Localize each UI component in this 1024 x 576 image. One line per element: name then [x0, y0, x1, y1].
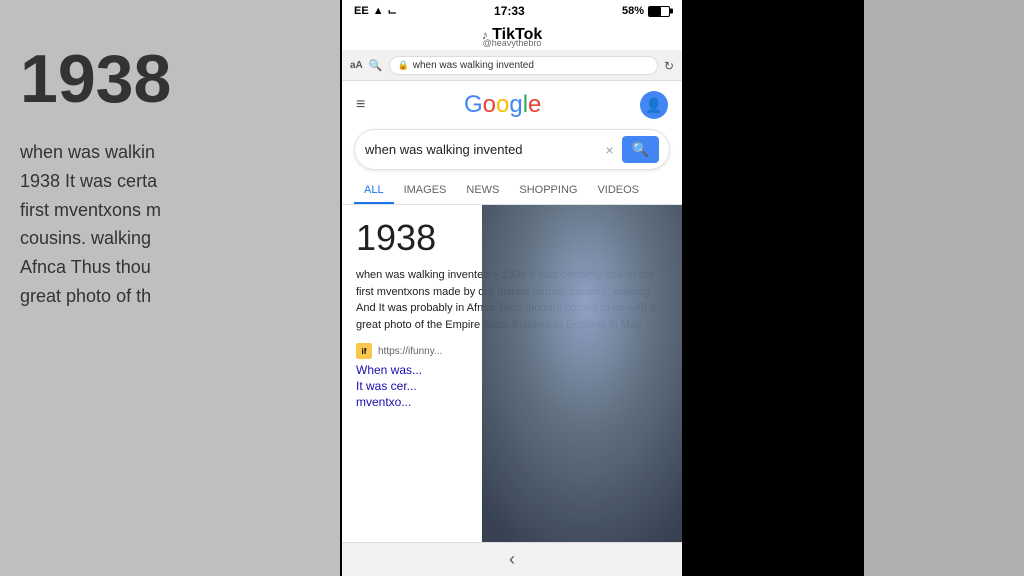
- search-submit-button[interactable]: 🔍: [622, 136, 659, 163]
- browser-url-bar[interactable]: 🔒 when was walking invented: [389, 56, 658, 75]
- signal-icon: ▲: [373, 5, 384, 17]
- source-url: https://ifunny...: [378, 346, 442, 357]
- tab-news[interactable]: NEWS: [456, 178, 509, 204]
- carrier-label: EE: [354, 5, 369, 17]
- search-submit-icon: 🔍: [632, 141, 649, 158]
- left-year-text: 1938: [20, 40, 320, 118]
- tab-all[interactable]: ALL: [354, 178, 394, 204]
- status-time: 17:33: [494, 4, 525, 18]
- font-size-icon: aA: [350, 60, 363, 71]
- tab-images[interactable]: IMAGES: [394, 178, 457, 204]
- status-left: EE ▲ ⌙: [354, 5, 397, 18]
- avatar-icon: 👤: [645, 97, 662, 114]
- google-account-avatar[interactable]: 👤: [640, 91, 668, 119]
- menu-icon[interactable]: ≡: [356, 96, 365, 114]
- person-silhouette: [482, 205, 682, 542]
- phone-screen: EE ▲ ⌙ 17:33 58% ♪ TikTok @heavythebro a…: [342, 0, 682, 576]
- url-text: when was walking invented: [413, 60, 649, 71]
- search-query-text: when was walking invented: [365, 142, 597, 157]
- browser-bar: aA 🔍 🔒 when was walking invented ↻: [342, 51, 682, 81]
- status-right: 58%: [622, 5, 670, 17]
- lock-icon: 🔒: [398, 60, 409, 71]
- battery-percent: 58%: [622, 5, 644, 17]
- tab-videos[interactable]: VIDEOS: [587, 178, 649, 204]
- search-clear-button[interactable]: ×: [605, 142, 613, 158]
- search-bar-wrapper: when was walking invented × 🔍: [342, 125, 682, 178]
- search-tabs: ALL IMAGES NEWS SHOPPING VIDEOS: [342, 178, 682, 205]
- search-bar[interactable]: when was walking invented × 🔍: [354, 129, 670, 170]
- source-favicon: if: [356, 343, 372, 359]
- username-label: @heavythebro: [483, 38, 542, 48]
- browser-bottom-nav: ‹: [342, 542, 682, 576]
- search-results: 1938 when was walking invented > 1938 It…: [342, 205, 682, 542]
- right-background-panel: [864, 0, 1024, 576]
- person-photo-overlay: [482, 205, 682, 542]
- left-background-panel: 1938 when was walkin 1938 It was certa f…: [0, 0, 340, 576]
- battery-fill: [649, 7, 661, 16]
- tab-shopping[interactable]: SHOPPING: [509, 178, 587, 204]
- google-logo: Google: [464, 91, 541, 119]
- browser-back-button[interactable]: ‹: [509, 549, 515, 570]
- google-header: ≡ Google 👤: [342, 81, 682, 125]
- battery-icon: [648, 6, 670, 17]
- status-bar: EE ▲ ⌙ 17:33 58%: [342, 0, 682, 22]
- left-body-text: when was walkin 1938 It was certa first …: [20, 138, 320, 311]
- google-page: ≡ Google 👤 when was walking invented × 🔍…: [342, 81, 682, 576]
- search-icon[interactable]: 🔍: [369, 59, 383, 72]
- wifi-icon: ⌙: [388, 5, 397, 18]
- refresh-icon[interactable]: ↻: [664, 59, 674, 73]
